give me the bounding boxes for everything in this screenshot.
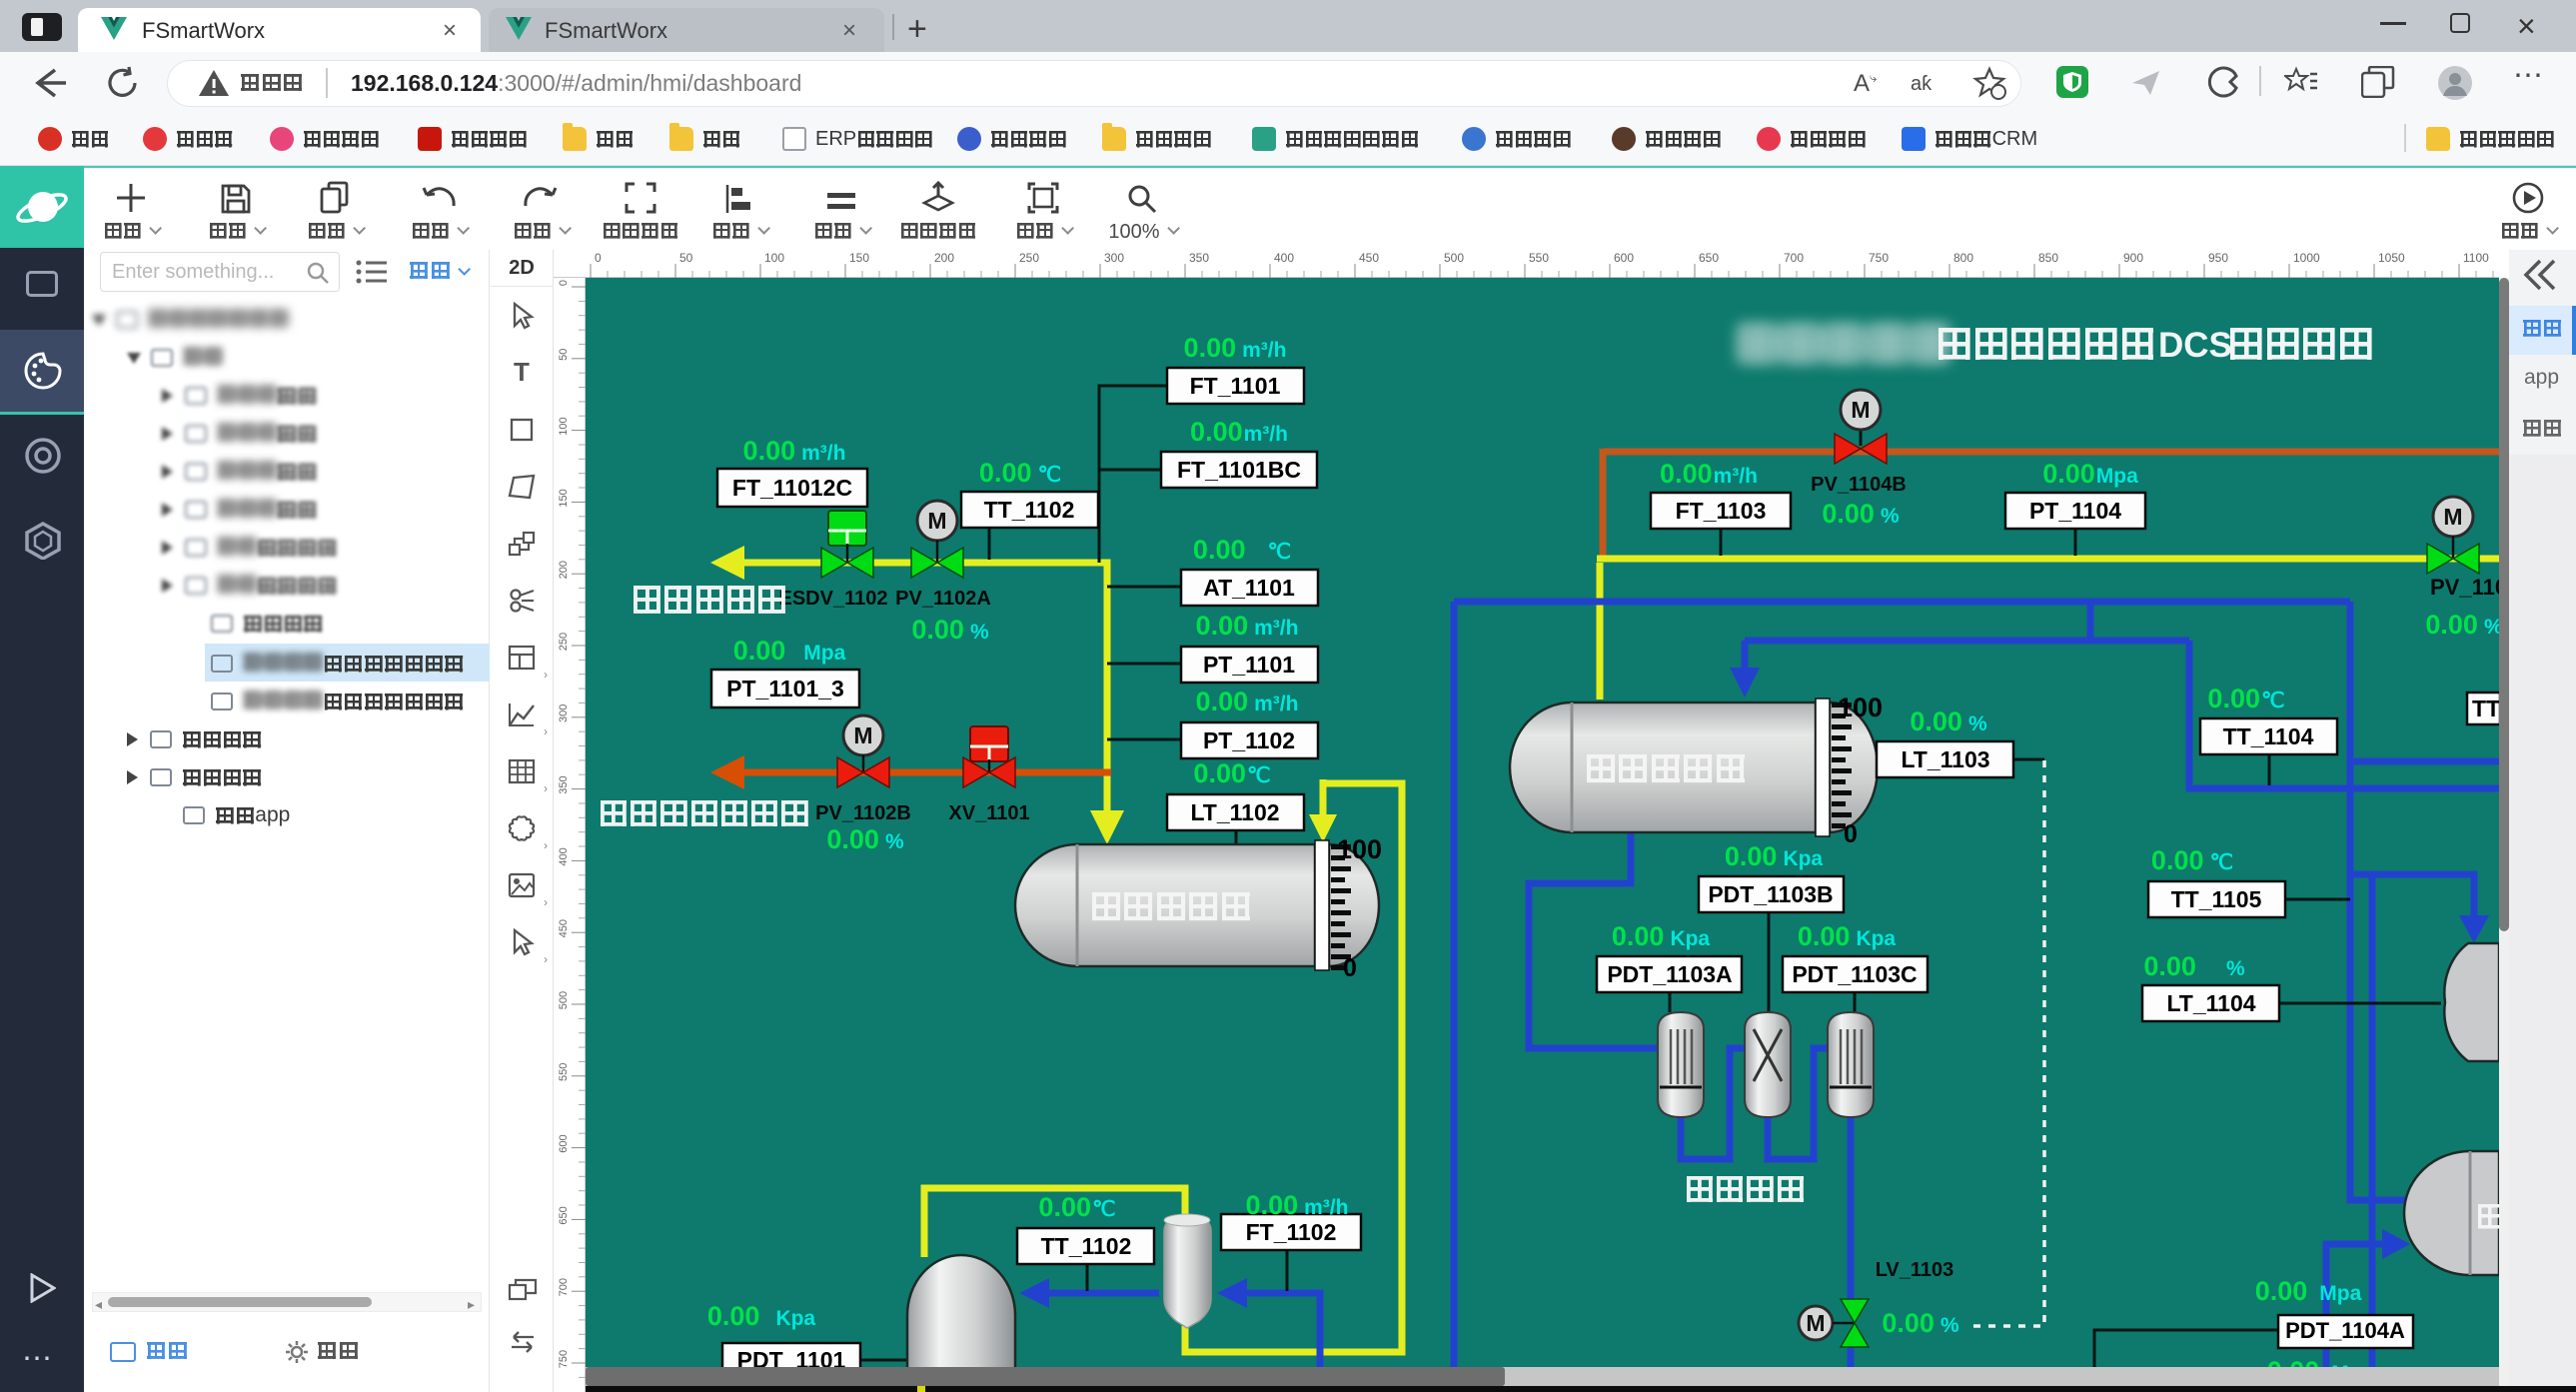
svg-text:250: 250 — [1019, 251, 1039, 265]
svg-text:800: 800 — [1953, 251, 1973, 265]
svg-text:PDT_1103C: PDT_1103C — [1792, 961, 1917, 987]
svg-text:250: 250 — [558, 633, 570, 651]
svg-text:850: 850 — [2038, 251, 2058, 265]
svg-text:FT_1101BC: FT_1101BC — [1177, 457, 1301, 483]
svg-text:PDT_1103B: PDT_1103B — [1708, 881, 1833, 907]
svg-text:900: 900 — [2123, 251, 2143, 265]
svg-text:750: 750 — [558, 1350, 570, 1368]
svg-text:600: 600 — [558, 1134, 570, 1152]
svg-text:0: 0 — [595, 251, 602, 265]
svg-text:LV_1103: LV_1103 — [1876, 1259, 1954, 1281]
svg-text:350: 350 — [558, 775, 570, 793]
svg-text:200: 200 — [558, 561, 570, 579]
svg-text:150: 150 — [849, 251, 869, 265]
svg-text:500: 500 — [1444, 251, 1464, 265]
svg-text:50: 50 — [679, 251, 693, 265]
svg-text:650: 650 — [1699, 251, 1719, 265]
svg-text:TT_1104: TT_1104 — [2223, 723, 2314, 749]
svg-text:300: 300 — [558, 704, 570, 722]
svg-text:TT_1102: TT_1102 — [984, 497, 1075, 523]
svg-text:550: 550 — [1529, 251, 1549, 265]
svg-text:PV_1102A: PV_1102A — [895, 588, 991, 610]
svg-text:750: 750 — [1869, 251, 1889, 265]
svg-text:350: 350 — [1189, 251, 1209, 265]
svg-text:PT_1101: PT_1101 — [1203, 652, 1295, 678]
svg-text:XV_1101: XV_1101 — [948, 802, 1029, 824]
svg-text:PT_1102: PT_1102 — [1203, 727, 1295, 753]
svg-text:100: 100 — [1838, 693, 1883, 722]
svg-text:PT_1104: PT_1104 — [2029, 498, 2121, 524]
svg-text:PDT_1104A: PDT_1104A — [2285, 1318, 2405, 1343]
svg-text:M: M — [853, 722, 872, 748]
svg-text:PDT_1103A: PDT_1103A — [1607, 961, 1732, 987]
svg-text:550: 550 — [558, 1063, 570, 1081]
svg-text:FT_1102: FT_1102 — [1246, 1219, 1337, 1245]
svg-text:ESDV_1102: ESDV_1102 — [779, 588, 888, 610]
svg-text:700: 700 — [1784, 251, 1804, 265]
svg-text:1000: 1000 — [2293, 251, 2320, 265]
svg-text:0: 0 — [558, 280, 570, 286]
svg-text:TT_1105: TT_1105 — [2171, 886, 2262, 912]
svg-text:FT_11012C: FT_11012C — [732, 475, 852, 501]
svg-text:FT_1101: FT_1101 — [1190, 373, 1281, 399]
svg-text:LT_1102: LT_1102 — [1190, 799, 1279, 825]
svg-text:TT_1102: TT_1102 — [1041, 1233, 1132, 1259]
svg-text:1050: 1050 — [2378, 251, 2405, 265]
svg-text:200: 200 — [934, 251, 954, 265]
svg-text:100: 100 — [1337, 834, 1382, 864]
svg-text:400: 400 — [1274, 251, 1294, 265]
svg-text:500: 500 — [558, 991, 570, 1009]
svg-text:450: 450 — [558, 919, 570, 937]
svg-text:M: M — [927, 508, 946, 534]
svg-text:LT_1103: LT_1103 — [1901, 746, 1989, 772]
svg-text:450: 450 — [1359, 251, 1379, 265]
svg-text:DCS: DCS — [2158, 326, 2232, 365]
svg-text:950: 950 — [2208, 251, 2228, 265]
svg-text:M: M — [1851, 397, 1870, 423]
svg-text:0: 0 — [1844, 820, 1858, 848]
svg-text:100: 100 — [764, 251, 784, 265]
svg-text:300: 300 — [1104, 251, 1124, 265]
svg-text:600: 600 — [1614, 251, 1634, 265]
svg-text:50: 50 — [558, 349, 570, 361]
svg-text:100: 100 — [558, 417, 570, 435]
svg-text:400: 400 — [558, 847, 570, 865]
svg-text:M: M — [2443, 504, 2462, 530]
svg-text:PV_1102B: PV_1102B — [815, 802, 911, 824]
svg-text:150: 150 — [558, 489, 570, 507]
svg-text:LT_1104: LT_1104 — [2166, 990, 2255, 1016]
svg-text:PV_1104B: PV_1104B — [1811, 474, 1907, 496]
svg-text:1100: 1100 — [2463, 251, 2489, 265]
svg-text:700: 700 — [558, 1278, 570, 1296]
svg-text:FT_1103: FT_1103 — [1676, 498, 1767, 524]
svg-text:TT: TT — [2472, 696, 2499, 721]
svg-text:M: M — [1806, 1310, 1825, 1336]
svg-text:PT_1101_3: PT_1101_3 — [726, 676, 844, 701]
svg-text:PV_110: PV_110 — [2430, 575, 2499, 600]
svg-text:AT_1101: AT_1101 — [1203, 575, 1295, 601]
svg-text:650: 650 — [558, 1206, 570, 1224]
svg-text:0: 0 — [1343, 954, 1357, 982]
